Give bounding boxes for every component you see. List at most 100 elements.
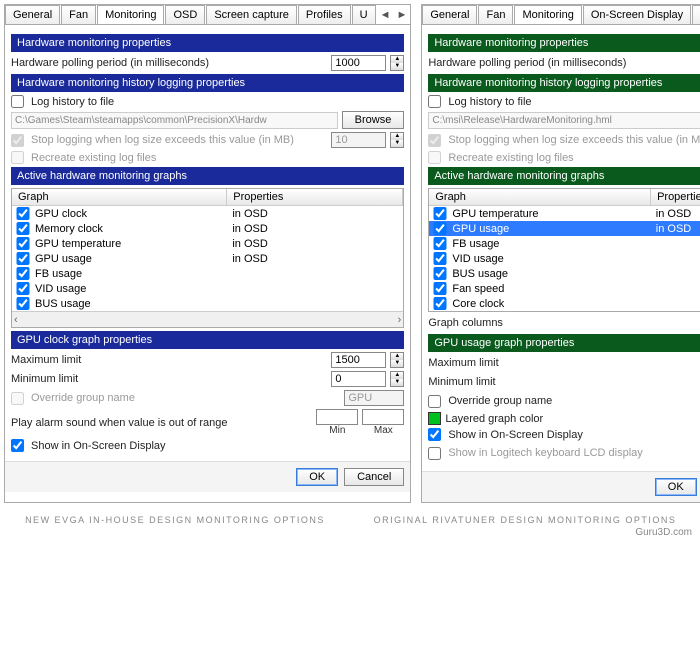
table-row[interactable]: BUS usage [429, 266, 700, 281]
stoplog-spinner: ▲▼ [390, 132, 404, 148]
tab-general[interactable]: General [5, 5, 60, 24]
ok-button[interactable]: OK [296, 468, 338, 486]
ok-button[interactable]: OK [655, 478, 697, 496]
showosd-label: Show in On-Screen Display [448, 429, 700, 441]
row-prop: in OSD [656, 223, 700, 235]
alarm-max-input[interactable] [362, 409, 404, 425]
hscroll[interactable]: ‹› [12, 311, 403, 327]
section-hw-props: Hardware monitoring properties [428, 34, 700, 52]
color-swatch[interactable] [428, 412, 441, 425]
graphs-body[interactable]: GPU temperaturein OSDGPU usagein OSDFB u… [429, 206, 700, 311]
table-row[interactable]: Core clock [429, 296, 700, 311]
log-path-input[interactable] [11, 112, 338, 129]
table-row[interactable]: GPU temperaturein OSD [12, 236, 403, 251]
table-row[interactable]: Memory clockin OSD [12, 221, 403, 236]
min-text: Min [329, 425, 345, 436]
tab-fan[interactable]: Fan [61, 5, 96, 24]
table-row[interactable]: Fan speed [429, 281, 700, 296]
graphs-table: GraphProperties GPU temperaturein OSDGPU… [428, 188, 700, 312]
tab-monitoring[interactable]: Monitoring [97, 5, 164, 25]
table-row[interactable]: BUS usage [12, 296, 403, 311]
recreate-checkbox [11, 151, 24, 164]
section-graphs: Active hardware monitoring graphs [11, 167, 404, 185]
cancel-button[interactable]: Cancel [344, 468, 404, 486]
browse-button[interactable]: Browse [342, 111, 405, 129]
override-checkbox[interactable] [428, 395, 441, 408]
table-row[interactable]: GPU temperaturein OSD [429, 206, 700, 221]
tab-profiles[interactable]: Profiles [298, 5, 351, 24]
alarm-min-input[interactable] [316, 409, 358, 425]
row-name: GPU usage [450, 223, 655, 235]
log-checkbox[interactable] [11, 95, 24, 108]
log-checkbox[interactable] [428, 95, 441, 108]
row-checkbox[interactable] [16, 252, 30, 265]
table-row[interactable]: VID usage [12, 281, 403, 296]
row-prop: in OSD [232, 238, 399, 250]
graphs-body[interactable]: GPU clockin OSDMemory clockin OSDGPU tem… [12, 206, 403, 311]
row-checkbox[interactable] [433, 282, 447, 295]
row-checkbox[interactable] [433, 222, 447, 235]
poll-input[interactable] [331, 55, 386, 71]
log-path-input[interactable] [428, 112, 700, 129]
row-checkbox[interactable] [16, 237, 30, 250]
row-name: GPU temperature [450, 208, 655, 220]
max-spinner[interactable]: ▲▼ [390, 352, 404, 368]
th-graph: Graph [429, 189, 651, 205]
min-spinner[interactable]: ▲▼ [390, 371, 404, 387]
row-name: FB usage [450, 238, 655, 250]
row-checkbox[interactable] [433, 252, 447, 265]
table-row[interactable]: GPU clockin OSD [12, 206, 403, 221]
row-checkbox[interactable] [16, 297, 30, 310]
tab-screen-capture[interactable]: Screen capture [206, 5, 297, 24]
table-row[interactable]: GPU usagein OSD [12, 251, 403, 266]
section-hw-props: Hardware monitoring properties [11, 34, 404, 52]
poll-label: Hardware polling period (in milliseconds… [428, 57, 700, 69]
stoplog-checkbox [428, 134, 441, 147]
stoplog-input [331, 132, 386, 148]
row-name: GPU usage [33, 253, 232, 265]
row-checkbox[interactable] [433, 297, 447, 310]
tab-osd[interactable]: OSD [165, 5, 205, 24]
table-row[interactable]: GPU usagein OSD [429, 221, 700, 236]
tab-fan[interactable]: Fan [478, 5, 513, 24]
tabs-right: General Fan Monitoring On-Screen Display… [422, 5, 700, 25]
tab-screen-capture[interactable]: Screen capture [692, 5, 700, 24]
section-history: Hardware monitoring history logging prop… [11, 74, 404, 92]
table-row[interactable]: FB usage [12, 266, 403, 281]
showlcd-checkbox[interactable] [428, 447, 441, 460]
graphcols-label: Graph columns [428, 317, 700, 329]
row-checkbox[interactable] [16, 267, 30, 280]
row-checkbox[interactable] [433, 267, 447, 280]
max-input[interactable] [331, 352, 386, 368]
showosd-checkbox[interactable] [428, 428, 441, 441]
row-name: BUS usage [450, 268, 655, 280]
table-row[interactable]: VID usage [429, 251, 700, 266]
row-checkbox[interactable] [433, 207, 447, 220]
tab-scroll-left-icon[interactable]: ◄ [377, 9, 394, 21]
stoplog-checkbox [11, 134, 24, 147]
tab-more[interactable]: U [352, 5, 376, 24]
override-checkbox [11, 392, 24, 405]
row-prop: in OSD [232, 223, 399, 235]
row-checkbox[interactable] [16, 282, 30, 295]
showosd-checkbox[interactable] [11, 439, 24, 452]
poll-spinner[interactable]: ▲▼ [390, 55, 404, 71]
row-checkbox[interactable] [433, 237, 447, 250]
tab-monitoring[interactable]: Monitoring [514, 5, 581, 25]
th-graph: Graph [12, 189, 227, 205]
row-name: Memory clock [33, 223, 232, 235]
row-checkbox[interactable] [16, 222, 30, 235]
override-input [344, 390, 404, 406]
tab-scroll-right-icon[interactable]: ► [393, 9, 410, 21]
row-name: VID usage [33, 283, 232, 295]
tab-general[interactable]: General [422, 5, 477, 24]
min-input[interactable] [331, 371, 386, 387]
th-props: Properties [227, 189, 403, 205]
row-checkbox[interactable] [16, 207, 30, 220]
poll-label: Hardware polling period (in milliseconds… [11, 57, 327, 69]
table-row[interactable]: FB usage [429, 236, 700, 251]
row-name: GPU clock [33, 208, 232, 220]
max-text: Max [374, 425, 393, 436]
tab-osd[interactable]: On-Screen Display [583, 5, 691, 24]
th-props: Properties [651, 189, 700, 205]
